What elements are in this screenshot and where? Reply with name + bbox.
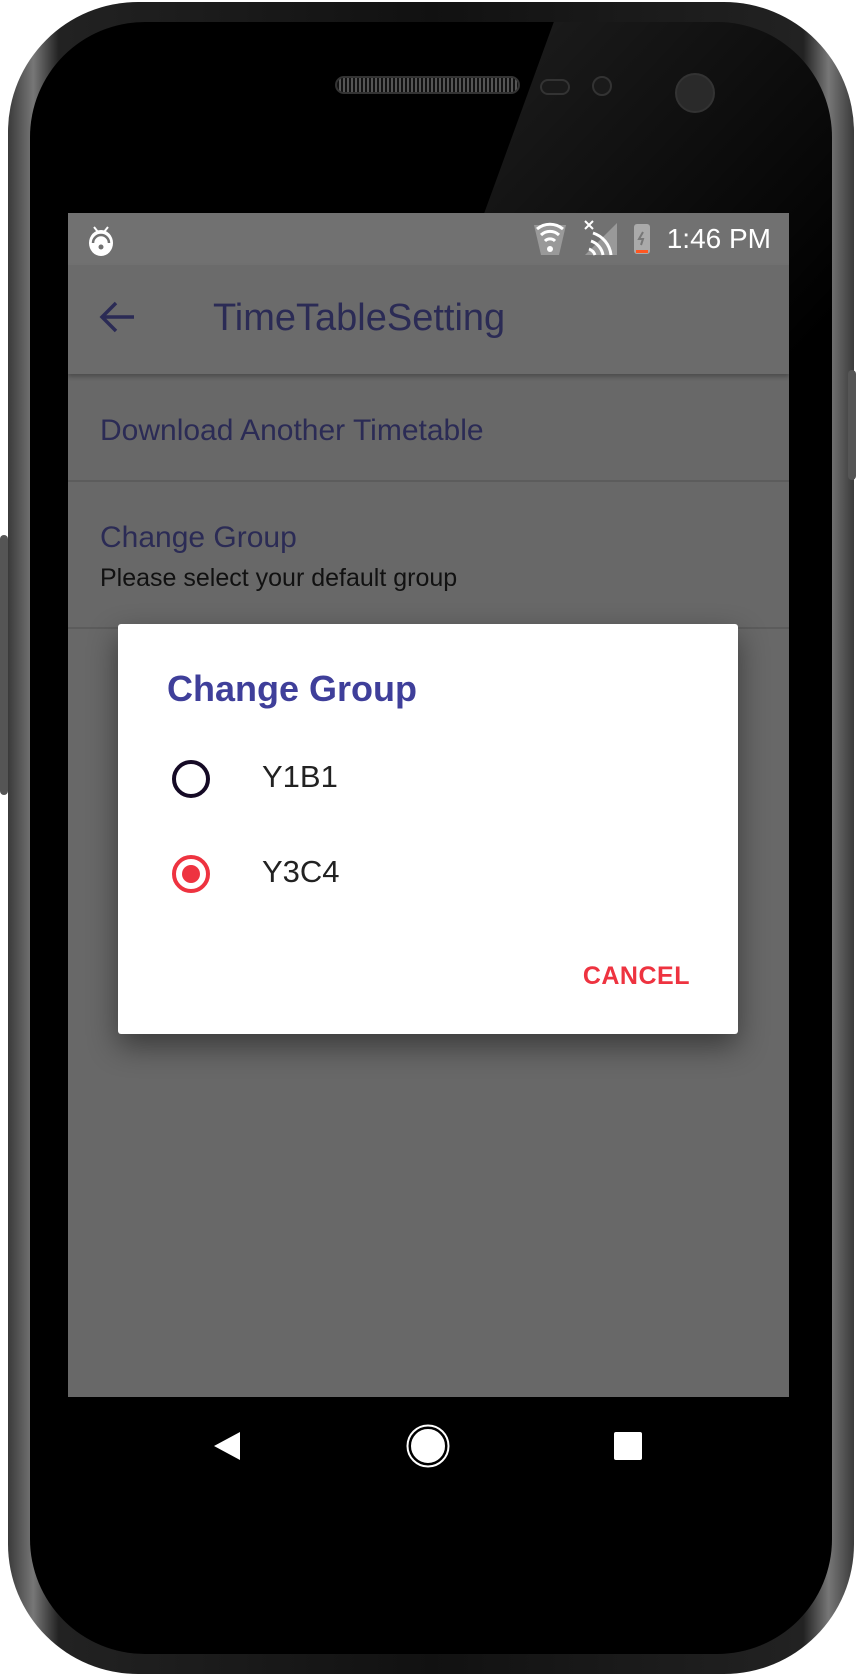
cancel-button[interactable]: CANCEL: [583, 962, 690, 991]
radio-checked-icon[interactable]: [172, 855, 210, 893]
wifi-icon: [534, 222, 566, 255]
dialog-title: Change Group: [167, 668, 417, 709]
download-timetable-item[interactable]: Download Another Timetable: [68, 374, 789, 482]
no-signal-icon: [584, 220, 617, 256]
change-group-item[interactable]: Change Group Please select your default …: [68, 482, 789, 629]
item-title: Change Group: [100, 521, 297, 554]
change-group-dialog: Change Group Y1B1 Y3C4 CANCEL: [118, 624, 738, 1034]
front-camera: [675, 73, 715, 113]
screen: 1:46 PM TimeTableSetting Download Anothe…: [68, 213, 789, 1493]
radio-unchecked-icon[interactable]: [172, 760, 210, 798]
option-y1b1[interactable]: Y1B1: [118, 739, 738, 819]
recents-square-icon[interactable]: [613, 1431, 643, 1461]
option-y3c4[interactable]: Y3C4: [118, 834, 738, 914]
power-button: [848, 370, 856, 480]
navigation-bar: [68, 1397, 789, 1493]
volume-button: [0, 535, 8, 795]
sensor: [540, 79, 570, 95]
status-bar: 1:46 PM: [68, 213, 789, 265]
app-bar: TimeTableSetting: [68, 265, 789, 374]
arrow-left-icon[interactable]: [98, 297, 138, 337]
item-title: Download Another Timetable: [100, 414, 484, 447]
back-triangle-icon[interactable]: [212, 1430, 242, 1462]
debug-bug-icon: [89, 226, 113, 256]
battery-charging-icon: [634, 224, 650, 254]
item-subtitle: Please select your default group: [100, 564, 458, 592]
sensor: [592, 76, 612, 96]
clock: 1:46 PM: [666, 223, 771, 254]
home-circle-icon[interactable]: [406, 1424, 450, 1468]
option-label: Y3C4: [262, 854, 340, 889]
page-title: TimeTableSetting: [213, 297, 506, 339]
option-label: Y1B1: [262, 759, 338, 794]
earpiece-speaker: [335, 76, 520, 94]
